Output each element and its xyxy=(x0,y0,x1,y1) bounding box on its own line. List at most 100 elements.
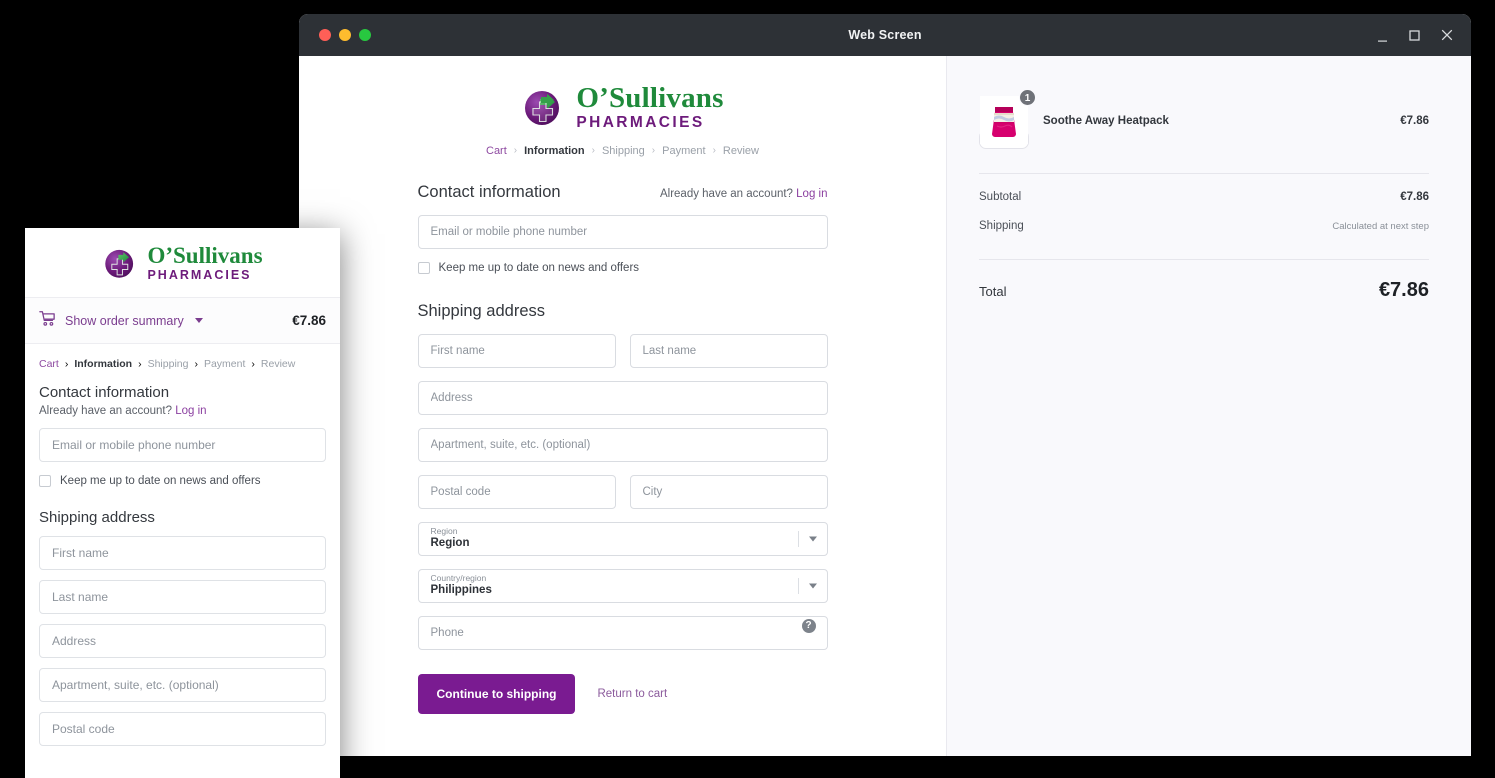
newsletter-label: Keep me up to date on news and offers xyxy=(60,475,261,487)
subtotal-value: €7.86 xyxy=(1400,191,1429,203)
contact-section-header: Contact information Already have an acco… xyxy=(418,183,828,202)
breadcrumb-shipping[interactable]: Shipping xyxy=(602,145,645,157)
postal-code-input[interactable] xyxy=(417,474,616,509)
brand-logo[interactable]: O’Sullivans PHARMACIES xyxy=(418,84,828,131)
minimize-icon[interactable] xyxy=(1374,27,1391,44)
screen: Web Screen O’Sullivans PHARMACIES Cart ›… xyxy=(0,0,1495,778)
city-input[interactable] xyxy=(629,474,828,509)
subtotal-row: Subtotal €7.86 xyxy=(979,191,1429,203)
breadcrumb-payment[interactable]: Payment xyxy=(204,358,245,370)
traffic-lights xyxy=(319,29,371,41)
mobile-checkout-form: Cart › Information › Shipping › Payment … xyxy=(25,344,340,746)
breadcrumb-separator: › xyxy=(591,145,595,156)
account-prompt-text: Already have an account? xyxy=(659,187,793,200)
form-actions: Continue to shipping Return to cart xyxy=(417,673,828,714)
newsletter-label: Keep me up to date on news and offers xyxy=(438,261,640,274)
breadcrumb: Cart › Information › Shipping › Payment … xyxy=(418,145,828,157)
mobile-newsletter-checkbox-row[interactable]: Keep me up to date on news and offers xyxy=(39,475,326,487)
log-in-link[interactable]: Log in xyxy=(175,405,206,417)
account-prompt-text: Already have an account? xyxy=(39,405,172,417)
mobile-email-input[interactable] xyxy=(39,428,326,462)
chevron-down-icon[interactable] xyxy=(194,318,203,323)
product-name: Soothe Away Heatpack xyxy=(1043,115,1169,127)
total-value: €7.86 xyxy=(1378,279,1429,301)
shipping-address-title: Shipping address xyxy=(417,301,546,320)
shipping-row: Shipping Calculated at next step xyxy=(979,220,1429,232)
mobile-order-summary-bar[interactable]: Show order summary €7.86 xyxy=(25,298,340,344)
breadcrumb-review[interactable]: Review xyxy=(261,358,295,370)
footer-divider xyxy=(417,755,828,756)
chevron-down-icon[interactable] xyxy=(808,536,817,541)
mobile-first-name-input[interactable] xyxy=(39,536,326,570)
breadcrumb-information[interactable]: Information xyxy=(524,145,585,157)
mobile-postal-code-input[interactable] xyxy=(39,712,326,746)
newsletter-checkbox[interactable] xyxy=(417,261,430,274)
mobile-order-total: €7.86 xyxy=(292,313,326,328)
region-select[interactable]: Region Region xyxy=(417,521,828,556)
total-label: Total xyxy=(979,284,1007,299)
brand-name: O’Sullivans xyxy=(576,82,724,114)
address-input[interactable] xyxy=(417,380,828,415)
browser-window: Web Screen O’Sullivans PHARMACIES Cart ›… xyxy=(299,14,1471,756)
breadcrumb-information[interactable]: Information xyxy=(74,358,132,370)
window-title: Web Screen xyxy=(848,28,922,42)
first-name-input[interactable] xyxy=(417,333,616,368)
continue-to-shipping-button[interactable]: Continue to shipping xyxy=(417,673,576,714)
breadcrumb-separator: › xyxy=(712,145,716,156)
chevron-down-icon[interactable] xyxy=(808,583,817,588)
apartment-input[interactable] xyxy=(417,427,828,462)
shipping-label: Shipping xyxy=(979,220,1024,232)
close-traffic-light[interactable] xyxy=(319,29,331,41)
breadcrumb-cart[interactable]: Cart xyxy=(486,145,507,157)
mobile-contact-information-title: Contact information xyxy=(39,384,170,401)
mobile-last-name-input[interactable] xyxy=(39,580,326,614)
window-body: O’Sullivans PHARMACIES Cart › Informatio… xyxy=(299,56,1471,756)
country-select-value: Philippines xyxy=(430,583,492,596)
region-select-value: Region xyxy=(430,536,470,549)
breadcrumb-separator: › xyxy=(513,145,518,156)
mobile-shipping-address-title: Shipping address xyxy=(39,509,155,526)
maximize-traffic-light[interactable] xyxy=(359,29,371,41)
breadcrumb-separator: › xyxy=(138,358,142,370)
mobile-account-prompt: Already have an account? Log in xyxy=(39,405,326,417)
maximize-icon[interactable] xyxy=(1406,27,1423,44)
email-input[interactable] xyxy=(417,214,828,249)
select-divider xyxy=(797,577,799,594)
select-divider xyxy=(797,530,799,547)
order-summary-panel: 1 Soothe Away Heatpack €7.86 Subtotal €7… xyxy=(946,56,1471,756)
country-select[interactable]: Country/region Philippines xyxy=(417,568,828,603)
help-icon[interactable]: ? xyxy=(801,619,816,633)
breadcrumb-cart[interactable]: Cart xyxy=(39,358,59,370)
checkout-form: O’Sullivans PHARMACIES Cart › Informatio… xyxy=(417,56,828,756)
mobile-brand-logo[interactable]: O’Sullivans PHARMACIES xyxy=(25,228,340,298)
pharmacy-logo-icon xyxy=(521,85,565,129)
log-in-link[interactable]: Log in xyxy=(796,188,827,200)
mobile-address-input[interactable] xyxy=(39,624,326,658)
pharmacy-logo-icon xyxy=(102,245,138,281)
minimize-traffic-light[interactable] xyxy=(339,29,351,41)
mobile-show-summary-toggle[interactable]: Show order summary xyxy=(39,310,203,332)
checkout-column: O’Sullivans PHARMACIES Cart › Informatio… xyxy=(299,56,946,756)
cart-icon xyxy=(39,310,56,332)
phone-input[interactable] xyxy=(417,615,828,650)
total-row: Total €7.86 xyxy=(979,279,1429,302)
mobile-brand-name: O’Sullivans xyxy=(147,242,263,268)
breadcrumb-review[interactable]: Review xyxy=(723,145,759,157)
close-icon[interactable] xyxy=(1438,27,1455,44)
breadcrumb-separator: › xyxy=(651,145,656,156)
mobile-apartment-input[interactable] xyxy=(39,668,326,702)
contact-information-title: Contact information xyxy=(417,182,561,201)
last-name-input[interactable] xyxy=(629,333,828,368)
newsletter-checkbox-row[interactable]: Keep me up to date on news and offers xyxy=(417,261,828,274)
newsletter-checkbox[interactable] xyxy=(39,475,51,487)
mobile-brand-subtitle: PHARMACIES xyxy=(147,267,252,282)
product-price: €7.86 xyxy=(1400,115,1429,127)
product-thumbnail-wrapper: 1 xyxy=(979,89,1036,149)
breadcrumb-payment[interactable]: Payment xyxy=(662,145,705,157)
window-titlebar: Web Screen xyxy=(299,14,1471,56)
breadcrumb-shipping[interactable]: Shipping xyxy=(148,358,189,370)
brand-wordmark: O’Sullivans PHARMACIES xyxy=(576,84,723,131)
order-line-item: 1 Soothe Away Heatpack €7.86 xyxy=(979,89,1429,149)
breadcrumb-separator: › xyxy=(194,358,198,370)
return-to-cart-link[interactable]: Return to cart xyxy=(597,688,667,700)
